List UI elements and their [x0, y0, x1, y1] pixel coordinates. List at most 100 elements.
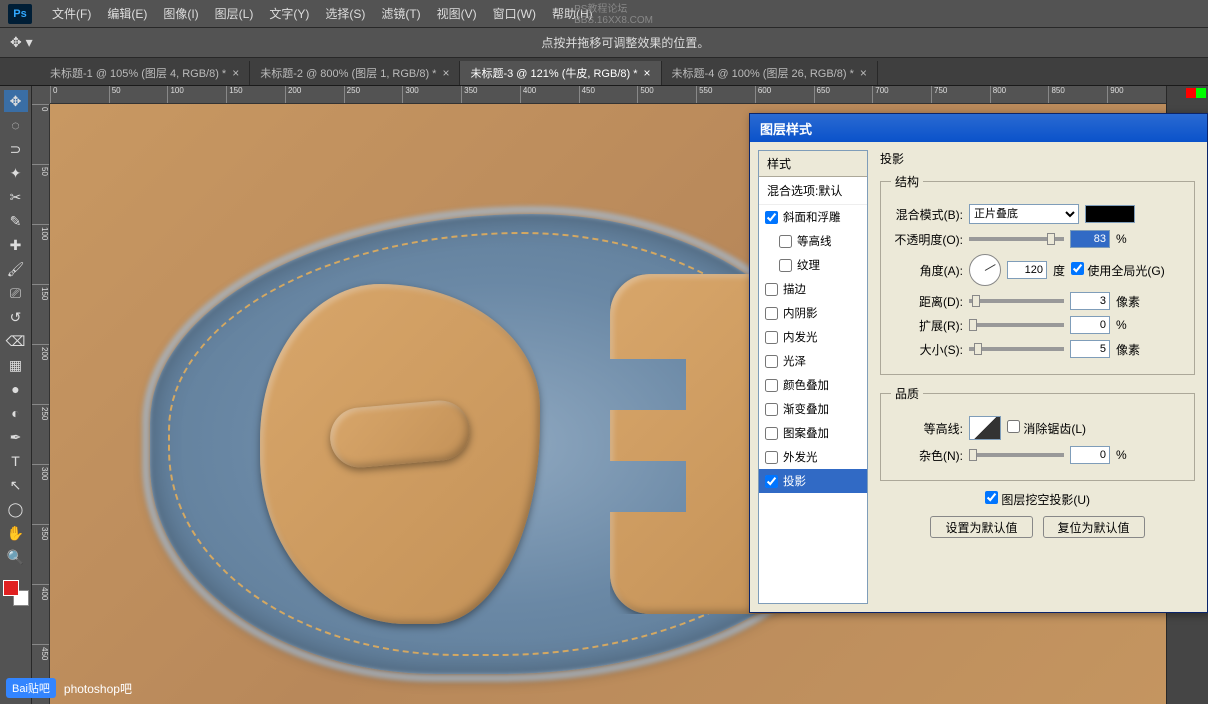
- style-pattern-overlay[interactable]: 图案叠加: [759, 421, 867, 445]
- style-satin[interactable]: 光泽: [759, 349, 867, 373]
- menu-file[interactable]: 文件(F): [44, 5, 99, 22]
- distance-slider[interactable]: [969, 299, 1064, 303]
- structure-fieldset: 结构 混合模式(B): 正片叠底 不透明度(O): % 角度(A): 度: [880, 173, 1195, 375]
- close-icon[interactable]: ×: [442, 66, 449, 80]
- antialias-check[interactable]: 消除锯齿(L): [1007, 420, 1086, 437]
- dialog-titlebar[interactable]: 图层样式: [750, 114, 1207, 142]
- noise-slider[interactable]: [969, 453, 1064, 457]
- menu-image[interactable]: 图像(I): [155, 5, 206, 22]
- eyedropper-tool[interactable]: ✎: [4, 210, 28, 232]
- move-tool[interactable]: ✥: [4, 90, 28, 112]
- style-checkbox[interactable]: [765, 307, 778, 320]
- quality-fieldset: 品质 等高线: 消除锯齿(L) 杂色(N): %: [880, 385, 1195, 481]
- style-content: 投影 结构 混合模式(B): 正片叠底 不透明度(O): % 角度(A):: [868, 142, 1207, 612]
- foreground-color[interactable]: [3, 580, 19, 596]
- style-checkbox[interactable]: [765, 403, 778, 416]
- heal-tool[interactable]: ✚: [4, 234, 28, 256]
- type-tool[interactable]: T: [4, 450, 28, 472]
- menu-filter[interactable]: 滤镜(T): [373, 5, 428, 22]
- brush-tool[interactable]: 🖌: [4, 258, 28, 280]
- style-bevel[interactable]: 斜面和浮雕: [759, 205, 867, 229]
- contour-picker[interactable]: [969, 416, 1001, 440]
- shadow-color[interactable]: [1085, 205, 1135, 223]
- style-checkbox[interactable]: [765, 211, 778, 224]
- spread-slider[interactable]: [969, 323, 1064, 327]
- style-stroke[interactable]: 描边: [759, 277, 867, 301]
- blend-options[interactable]: 混合选项:默认: [759, 177, 867, 205]
- set-default-button[interactable]: 设置为默认值: [930, 516, 1032, 538]
- document-tab[interactable]: 未标题-1 @ 105% (图层 4, RGB/8) *×: [40, 61, 250, 85]
- close-icon[interactable]: ×: [232, 66, 239, 80]
- options-hint: 点按并拖移可调整效果的位置。: [541, 34, 709, 51]
- stamp-tool[interactable]: ⎚: [4, 282, 28, 304]
- tab-bar: 未标题-1 @ 105% (图层 4, RGB/8) *× 未标题-2 @ 80…: [0, 58, 1208, 86]
- style-inner-shadow[interactable]: 内阴影: [759, 301, 867, 325]
- menu-view[interactable]: 视图(V): [429, 5, 485, 22]
- size-input[interactable]: [1070, 340, 1110, 358]
- global-light-check[interactable]: 使用全局光(G): [1071, 262, 1165, 279]
- reset-default-button[interactable]: 复位为默认值: [1043, 516, 1145, 538]
- knockout-check[interactable]: 图层挖空投影(U): [985, 491, 1090, 508]
- color-swatches[interactable]: [3, 580, 29, 606]
- style-color-overlay[interactable]: 颜色叠加: [759, 373, 867, 397]
- document-tab[interactable]: 未标题-3 @ 121% (牛皮, RGB/8) *×: [460, 61, 661, 85]
- watermark: PS教程论坛BBS.16XX8.COM: [574, 4, 653, 26]
- style-checkbox[interactable]: [765, 379, 778, 392]
- style-outer-glow[interactable]: 外发光: [759, 445, 867, 469]
- style-checkbox[interactable]: [779, 259, 792, 272]
- structure-legend: 结构: [891, 173, 923, 190]
- crop-tool[interactable]: ✂: [4, 186, 28, 208]
- shape-tool[interactable]: ◯: [4, 498, 28, 520]
- blur-tool[interactable]: ●: [4, 378, 28, 400]
- document-tab[interactable]: 未标题-4 @ 100% (图层 26, RGB/8) *×: [662, 61, 878, 85]
- wand-tool[interactable]: ✦: [4, 162, 28, 184]
- style-checkbox[interactable]: [765, 331, 778, 344]
- style-checkbox[interactable]: [765, 475, 778, 488]
- style-checkbox[interactable]: [765, 427, 778, 440]
- toolbox: ✥ ◌ ⊃ ✦ ✂ ✎ ✚ 🖌 ⎚ ↺ ⌫ ▦ ● ◐ ✒ T ↖ ◯ ✋ 🔍: [0, 86, 32, 704]
- opacity-slider[interactable]: [969, 237, 1064, 241]
- menu-layer[interactable]: 图层(L): [207, 5, 262, 22]
- dodge-tool[interactable]: ◐: [4, 402, 28, 424]
- marquee-tool[interactable]: ◌: [4, 114, 28, 136]
- style-checkbox[interactable]: [765, 283, 778, 296]
- angle-dial[interactable]: [969, 254, 1001, 286]
- gradient-tool[interactable]: ▦: [4, 354, 28, 376]
- hand-tool[interactable]: ✋: [4, 522, 28, 544]
- close-icon[interactable]: ×: [644, 66, 651, 80]
- blend-mode-label: 混合模式(B):: [891, 206, 963, 223]
- style-drop-shadow[interactable]: 投影: [759, 469, 867, 493]
- style-checkbox[interactable]: [765, 451, 778, 464]
- color-chip[interactable]: [1186, 88, 1196, 98]
- close-icon[interactable]: ×: [860, 66, 867, 80]
- document-tab[interactable]: 未标题-2 @ 800% (图层 1, RGB/8) *×: [250, 61, 460, 85]
- spread-input[interactable]: [1070, 316, 1110, 334]
- move-tool-icon[interactable]: ✥ ▾: [10, 34, 33, 51]
- pen-tool[interactable]: ✒: [4, 426, 28, 448]
- color-chip[interactable]: [1196, 88, 1206, 98]
- menu-select[interactable]: 选择(S): [317, 5, 373, 22]
- distance-input[interactable]: [1070, 292, 1110, 310]
- menu-window[interactable]: 窗口(W): [485, 5, 544, 22]
- zoom-tool[interactable]: 🔍: [4, 546, 28, 568]
- noise-input[interactable]: [1070, 446, 1110, 464]
- style-inner-glow[interactable]: 内发光: [759, 325, 867, 349]
- style-gradient-overlay[interactable]: 渐变叠加: [759, 397, 867, 421]
- style-checkbox[interactable]: [779, 235, 792, 248]
- panel-title: 投影: [880, 150, 1195, 167]
- layer-style-dialog[interactable]: 图层样式 样式 混合选项:默认 斜面和浮雕 等高线 纹理 描边 内阴影 内发光 …: [749, 113, 1208, 613]
- style-contour[interactable]: 等高线: [759, 229, 867, 253]
- menu-edit[interactable]: 编辑(E): [99, 5, 155, 22]
- eraser-tool[interactable]: ⌫: [4, 330, 28, 352]
- blend-mode-select[interactable]: 正片叠底: [969, 204, 1079, 224]
- angle-input[interactable]: [1007, 261, 1047, 279]
- path-tool[interactable]: ↖: [4, 474, 28, 496]
- style-list-header[interactable]: 样式: [759, 151, 867, 177]
- style-checkbox[interactable]: [765, 355, 778, 368]
- menu-type[interactable]: 文字(Y): [261, 5, 317, 22]
- style-texture[interactable]: 纹理: [759, 253, 867, 277]
- lasso-tool[interactable]: ⊃: [4, 138, 28, 160]
- opacity-input[interactable]: [1070, 230, 1110, 248]
- size-slider[interactable]: [969, 347, 1064, 351]
- history-brush-tool[interactable]: ↺: [4, 306, 28, 328]
